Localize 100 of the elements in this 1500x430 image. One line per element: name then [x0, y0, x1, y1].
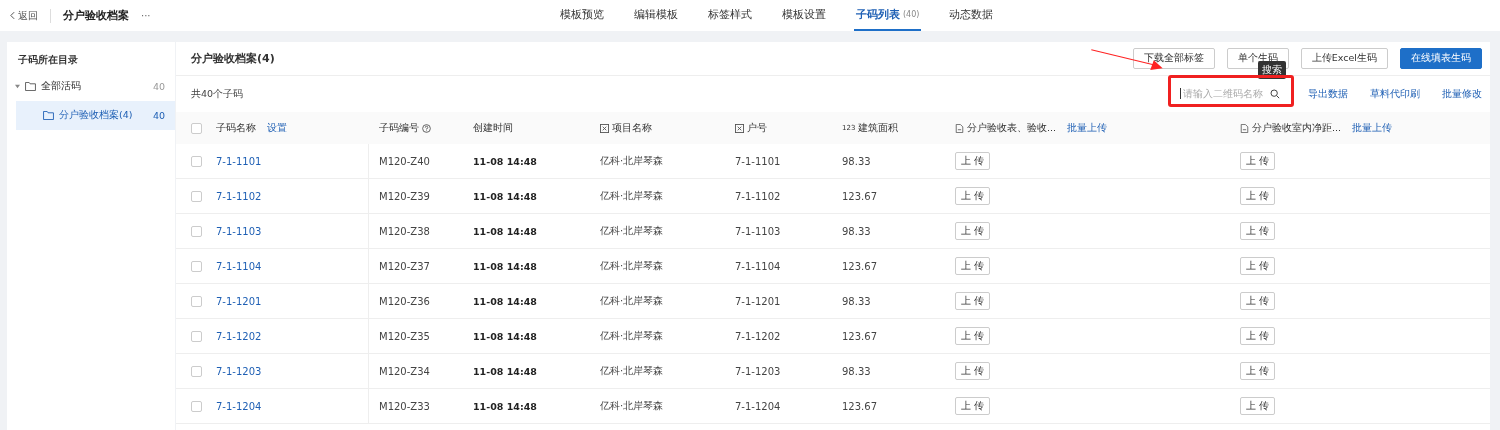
table-cell: 123.67	[842, 260, 877, 272]
table-cell: 123.67	[842, 190, 877, 202]
upload-button[interactable]: 上 传	[1240, 327, 1276, 345]
checkbox[interactable]	[190, 330, 202, 342]
table-cell: M120-Z36	[379, 295, 430, 307]
upload-button[interactable]: 上 传	[955, 222, 991, 240]
page-title: 分户验收档案	[63, 8, 129, 23]
toolbar-button[interactable]: 下载全部标签	[1132, 48, 1215, 69]
table-cell: 7-1-1201	[735, 295, 781, 307]
table-cell: 11-08 14:48	[473, 155, 537, 167]
table-cell: 98.33	[842, 225, 871, 237]
table-cell: 亿科·北岸琴森	[600, 399, 664, 413]
upload-button[interactable]: 上 传	[1240, 187, 1276, 205]
help-icon[interactable]	[422, 123, 431, 133]
upload-button[interactable]: 上 传	[955, 292, 991, 310]
table-cell: 11-08 14:48	[473, 190, 537, 202]
row-name-link[interactable]: 7-1-1201	[216, 295, 262, 307]
table-cell: M120-Z35	[379, 330, 430, 342]
table-cell: M120-Z38	[379, 225, 430, 237]
header-link[interactable]: 批量上传	[1067, 121, 1108, 135]
table-cell: 11-08 14:48	[473, 295, 537, 307]
table-cell: M120-Z33	[379, 400, 430, 412]
folder-item[interactable]: 全部活码 40	[7, 72, 175, 101]
table-cell: 98.33	[842, 365, 871, 377]
table-cell: M120-Z37	[379, 260, 430, 272]
row-name-link[interactable]: 7-1-1104	[216, 260, 262, 272]
folder-icon	[43, 111, 54, 120]
table-cell: 亿科·北岸琴森	[600, 259, 664, 273]
header-link[interactable]: 批量上传	[1352, 121, 1393, 135]
table-cell: 123.67	[842, 330, 877, 342]
folder-item[interactable]: 分户验收档案(4) 40	[16, 101, 175, 130]
action-link[interactable]: 批量修改	[1442, 87, 1482, 101]
table-cell: 亿科·北岸琴森	[600, 189, 664, 203]
table-cell: 11-08 14:48	[473, 225, 537, 237]
upload-button[interactable]: 上 传	[955, 152, 991, 170]
table-cell: 亿科·北岸琴森	[600, 294, 664, 308]
upload-button[interactable]: 上 传	[1240, 152, 1276, 170]
header-link[interactable]: 设置	[267, 121, 287, 135]
back-link[interactable]: 返回	[10, 8, 38, 23]
search-icon[interactable]	[1270, 88, 1280, 99]
table-cell: 亿科·北岸琴森	[600, 154, 664, 168]
toolbar-button[interactable]: 上传Excel生码	[1300, 48, 1388, 69]
column-header: 分户验收表、验收...	[967, 121, 1057, 135]
upload-button[interactable]: 上 传	[1240, 292, 1276, 310]
checkbox[interactable]	[190, 260, 202, 272]
tab[interactable]: 模板预览	[558, 0, 606, 31]
table-cell: 7-1-1101	[735, 155, 781, 167]
more-button[interactable]: ···	[141, 10, 151, 21]
checkbox[interactable]	[190, 295, 202, 307]
table-cell: 7-1-1103	[735, 225, 781, 237]
column-header: 创建时间	[473, 121, 513, 135]
chevron-left-icon[interactable]	[10, 11, 15, 20]
table-cell: M120-Z34	[379, 365, 430, 377]
primary-button[interactable]: 在线填表生码	[1400, 48, 1482, 69]
table-cell: 亿科·北岸琴森	[600, 224, 664, 238]
checkbox[interactable]	[190, 365, 202, 377]
tab[interactable]: 动态数据	[947, 0, 996, 31]
checkbox[interactable]	[190, 122, 202, 134]
checkbox[interactable]	[190, 155, 202, 167]
checkbox[interactable]	[190, 225, 202, 237]
row-name-link[interactable]: 7-1-1101	[216, 155, 262, 167]
upload-button[interactable]: 上 传	[1240, 397, 1276, 415]
column-header: 子码编号	[379, 121, 419, 135]
column-header: 分户验收室内净距...	[1252, 121, 1342, 135]
sidebar-title: 子码所在目录	[17, 53, 79, 67]
table-cell: 11-08 14:48	[473, 365, 537, 377]
search-field[interactable]: 请输入二维码名称	[1180, 82, 1282, 106]
table-cell: 亿科·北岸琴森	[600, 364, 664, 378]
caret-icon[interactable]	[15, 84, 20, 89]
checkbox[interactable]	[190, 190, 202, 202]
row-name-link[interactable]: 7-1-1103	[216, 225, 262, 237]
upload-button[interactable]: 上 传	[1240, 222, 1276, 240]
checkbox[interactable]	[190, 400, 202, 412]
table-cell: 7-1-1104	[735, 260, 781, 272]
upload-button[interactable]: 上 传	[955, 327, 991, 345]
tab[interactable]: 标签样式	[706, 0, 754, 31]
table-cell: 7-1-1203	[735, 365, 781, 377]
document-icon	[955, 123, 964, 133]
upload-button[interactable]: 上 传	[955, 362, 991, 380]
row-name-link[interactable]: 7-1-1202	[216, 330, 262, 342]
upload-button[interactable]: 上 传	[955, 397, 991, 415]
upload-button[interactable]: 上 传	[955, 187, 991, 205]
upload-button[interactable]: 上 传	[1240, 257, 1276, 275]
column-header: 户号	[747, 121, 767, 135]
row-name-link[interactable]: 7-1-1102	[216, 190, 262, 202]
upload-button[interactable]: 上 传	[955, 257, 991, 275]
action-link[interactable]: 草料代印刷	[1370, 87, 1420, 101]
table-cell: 11-08 14:48	[473, 330, 537, 342]
folder-icon	[25, 82, 36, 91]
tab[interactable]: 子码列表 (40)	[854, 0, 922, 31]
row-name-link[interactable]: 7-1-1203	[216, 365, 262, 377]
table-cell: 亿科·北岸琴森	[600, 329, 664, 343]
table-cell: 7-1-1202	[735, 330, 781, 342]
action-link[interactable]: 导出数据	[1308, 87, 1348, 101]
document-icon	[1240, 123, 1249, 133]
tab[interactable]: 编辑模板	[632, 0, 680, 31]
table-cell: 11-08 14:48	[473, 400, 537, 412]
tab[interactable]: 模板设置	[780, 0, 828, 31]
row-name-link[interactable]: 7-1-1204	[216, 400, 262, 412]
upload-button[interactable]: 上 传	[1240, 362, 1276, 380]
